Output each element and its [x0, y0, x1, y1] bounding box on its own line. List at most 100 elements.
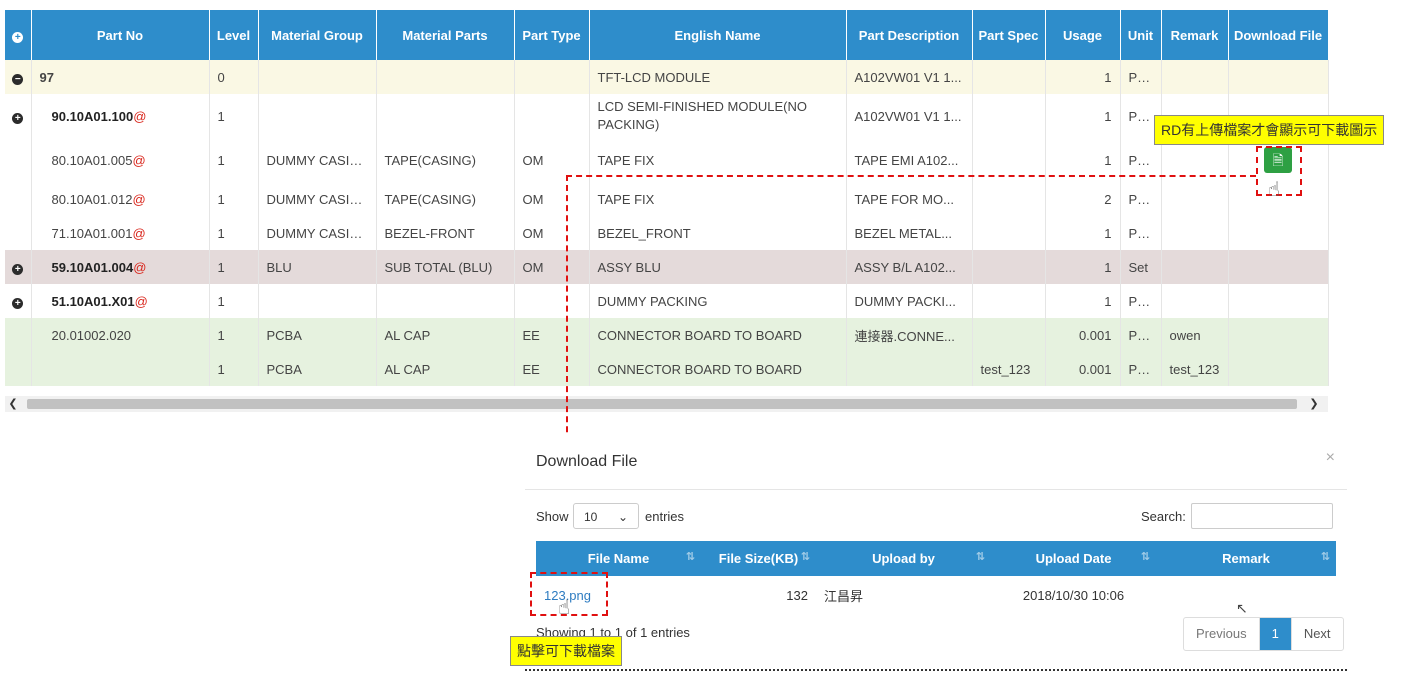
previous-button[interactable]: Previous — [1184, 618, 1260, 650]
page-1-button[interactable]: 1 — [1259, 618, 1292, 650]
part-description-cell: 連接器.CONNE... — [846, 318, 973, 352]
expand-all-button[interactable]: + — [5, 10, 32, 60]
part-description-cell: BEZEL METAL... — [846, 216, 973, 250]
material-parts-cell — [376, 94, 515, 138]
col-level: Level — [209, 10, 259, 60]
usage-cell: 1 — [1045, 216, 1121, 250]
at-marker[interactable]: @ — [135, 294, 148, 309]
english-name-cell: TFT-LCD MODULE — [589, 60, 847, 94]
part-no-link[interactable]: 80.10A01.012 — [52, 192, 133, 207]
col-upload-by[interactable]: Upload by ⇅ — [816, 541, 991, 576]
download-cell — [1228, 60, 1329, 94]
part-spec-cell — [972, 250, 1046, 284]
part-type-cell: EE — [514, 318, 590, 352]
table-row[interactable]: 20.01002.020 1 PCBA AL CAP EE CONNECTOR … — [5, 318, 1329, 352]
plus-circle-icon: + — [12, 31, 24, 43]
unit-cell: PCS — [1120, 182, 1162, 216]
table-row[interactable]: 1 PCBA AL CAP EE CONNECTOR BOARD TO BOAR… — [5, 352, 1329, 386]
close-icon[interactable]: × — [1326, 449, 1335, 467]
bom-table-container: + Part No Level Material Group Material … — [5, 10, 1329, 386]
next-button[interactable]: Next — [1292, 618, 1343, 650]
page-size-value: 10 — [584, 510, 598, 524]
material-parts-cell: AL CAP — [376, 318, 515, 352]
col-part-no: Part No — [31, 10, 210, 60]
at-marker[interactable]: @ — [133, 109, 146, 124]
usage-cell: 0.001 — [1045, 352, 1121, 386]
mouse-cursor-icon: ↖ — [1236, 600, 1248, 616]
material-group-cell — [258, 284, 377, 318]
scroll-right-icon[interactable]: ❯ — [1306, 396, 1322, 412]
part-description-cell: A102VW01 V1 1... — [846, 94, 973, 138]
at-marker[interactable]: @ — [132, 226, 145, 241]
unit-cell: Set — [1120, 250, 1162, 284]
level-cell: 1 — [209, 284, 259, 318]
at-marker[interactable]: @ — [133, 260, 146, 275]
sort-icon: ⇅ — [975, 551, 985, 563]
part-no-link[interactable]: 51.10A01.X01 — [52, 294, 135, 309]
empty-cell — [5, 138, 32, 182]
search-input[interactable] — [1191, 503, 1333, 529]
table-row[interactable]: + 59.10A01.004@ 1 BLU SUB TOTAL (BLU) OM… — [5, 250, 1329, 284]
unit-cell: PCS — [1120, 216, 1162, 250]
scrollbar-thumb[interactable] — [27, 399, 1297, 409]
part-no-link[interactable]: 59.10A01.004 — [52, 260, 134, 275]
at-marker[interactable]: @ — [132, 153, 145, 168]
click-note-callout: 點擊可下載檔案 — [510, 636, 622, 666]
part-no-link[interactable]: 71.10A01.001 — [52, 226, 133, 241]
search-label: Search: — [1141, 509, 1186, 524]
upload-date-cell: 2018/10/30 10:06 — [1022, 587, 1125, 603]
col-unit: Unit — [1120, 10, 1162, 60]
part-spec-cell — [972, 216, 1046, 250]
material-parts-cell — [376, 60, 515, 94]
part-type-cell — [514, 60, 590, 94]
download-cell — [1228, 318, 1329, 352]
scroll-left-icon[interactable]: ❮ — [5, 396, 21, 412]
col-file-size[interactable]: File Size(KB) ⇅ — [701, 541, 816, 576]
table-row[interactable]: + 90.10A01.100@ 1 LCD SEMI-FINISHED MODU… — [5, 94, 1329, 138]
at-marker[interactable]: @ — [132, 192, 145, 207]
page-size-select[interactable]: 10 ⌄ — [573, 503, 639, 529]
part-spec-cell: test_123 — [972, 352, 1046, 386]
level-cell: 1 — [209, 182, 259, 216]
english-name-cell: BEZEL_FRONT — [589, 216, 847, 250]
sort-icon: ⇅ — [1320, 551, 1330, 563]
expand-button[interactable]: + — [5, 250, 32, 284]
usage-cell: 2 — [1045, 182, 1121, 216]
table-row[interactable]: 71.10A01.001@ 1 DUMMY CASING BEZEL-FRONT… — [5, 216, 1329, 250]
remark-cell: test_123 — [1161, 352, 1229, 386]
part-no-text: 20.01002.020 — [51, 327, 132, 343]
usage-cell: 1 — [1045, 94, 1121, 138]
part-no-cell: 71.10A01.001@ — [31, 216, 210, 250]
files-table: File Name ⇅ File Size(KB) ⇅ Upload by ⇅ Upl… — [536, 541, 1336, 614]
material-group-cell: DUMMY CASING — [258, 216, 377, 250]
english-name-cell: DUMMY PACKING — [589, 284, 847, 318]
plus-circle-icon: + — [12, 297, 24, 309]
download-file-modal: Download File × Show 10 ⌄ entries Search… — [525, 435, 1347, 671]
horizontal-scrollbar[interactable]: ❮ ❯ — [5, 396, 1328, 412]
col-usage: Usage — [1045, 10, 1121, 60]
usage-cell: 1 — [1045, 60, 1121, 94]
part-no-cell: 51.10A01.X01@ — [31, 284, 210, 318]
modal-bottom-edge — [525, 669, 1347, 671]
part-description-cell: DUMMY PACKI... — [846, 284, 973, 318]
table-row[interactable]: + 51.10A01.X01@ 1 DUMMY PACKING DUMMY PA… — [5, 284, 1329, 318]
collapse-button[interactable]: − — [5, 60, 32, 94]
expand-button[interactable]: + — [5, 94, 32, 138]
table-row[interactable]: − 97 0 TFT-LCD MODULE A102VW01 V1 1... 1… — [5, 60, 1329, 94]
expand-button[interactable]: + — [5, 284, 32, 318]
part-spec-cell — [972, 182, 1046, 216]
part-no-link[interactable]: 90.10A01.100 — [52, 109, 134, 124]
col-file-name[interactable]: File Name ⇅ — [536, 541, 701, 576]
sort-icon: ⇅ — [685, 551, 695, 563]
english-name-cell: TAPE FIX — [589, 182, 847, 216]
empty-cell — [5, 318, 32, 352]
material-group-cell: BLU — [258, 250, 377, 284]
part-no-link[interactable]: 80.10A01.005 — [52, 153, 133, 168]
col-remark[interactable]: Remark ⇅ — [1156, 541, 1336, 576]
table-row[interactable]: 80.10A01.012@ 1 DUMMY CASING TAPE(CASING… — [5, 182, 1329, 216]
col-upload-date[interactable]: Upload Date ⇅ — [991, 541, 1156, 576]
col-material-group: Material Group — [258, 10, 377, 60]
remark-cell — [1161, 182, 1229, 216]
table-row: 123.png 132 江昌昇 2018/10/30 10:06 — [536, 576, 1336, 614]
download-cell — [1228, 216, 1329, 250]
